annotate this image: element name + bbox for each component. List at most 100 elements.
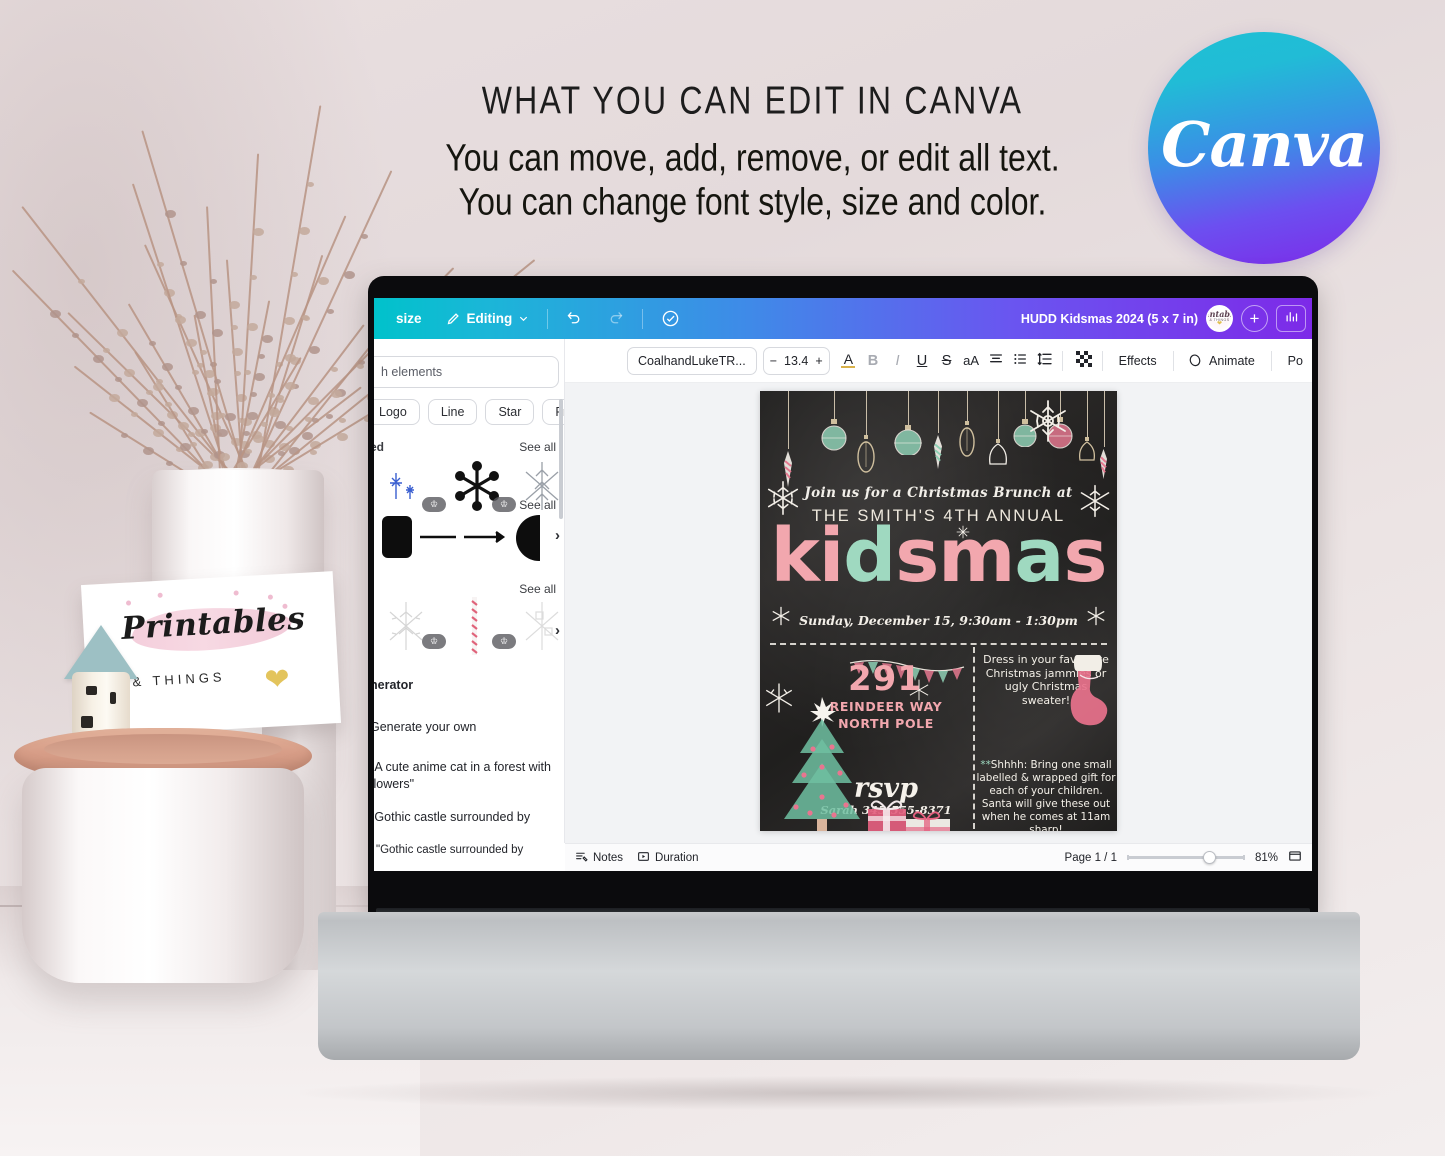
flower-bud [261,422,269,428]
font-family-selector[interactable]: CoalhandLukeTR... [627,346,757,375]
text-color-label: A [843,350,854,367]
bar-chart-icon [1284,309,1299,329]
text-color-button[interactable]: A [838,348,860,374]
strikethrough-label: S [941,352,952,369]
transparency-button[interactable] [1073,348,1095,374]
letter-case-button[interactable]: aA [960,348,982,374]
ornament-string [998,391,999,439]
flower-bud [254,373,266,382]
see-all-1[interactable]: See all [519,440,556,454]
editing-mode-button[interactable]: Editing [434,307,542,330]
see-all-3[interactable]: See all [519,582,556,596]
avatar[interactable]: Printables & THINGS ❤ [1206,305,1233,332]
house-window [81,716,93,728]
element-thumb-square[interactable] [382,516,412,558]
flower-bud [186,338,198,347]
zoom-slider[interactable] [1126,851,1245,864]
flower-bud [247,322,259,331]
editing-label: Editing [466,311,513,326]
flower-bud [284,353,296,362]
effects-button[interactable]: Effects [1110,354,1166,368]
redo-button[interactable] [595,306,636,331]
flower-bud [244,448,252,454]
flower-bud [291,271,299,277]
position-button[interactable]: Po [1279,354,1312,368]
prompt-suggestion-1[interactable]: "A cute anime cat in a forest with flowe… [374,759,564,793]
ornament-bell [1078,437,1096,465]
animate-button[interactable]: Animate [1206,354,1264,368]
flower-bud [153,382,165,391]
ornament-string [1103,391,1105,447]
flower-bud [214,379,222,385]
panel-scrollbar[interactable] [559,399,563,519]
document-title[interactable]: HUDD Kidsmas 2024 (5 x 7 in) [1021,312,1198,326]
chevron-right-icon[interactable]: › [555,622,560,639]
design-gift-note[interactable]: **Shhhh: Bring one small labelled & wrap… [976,759,1116,831]
flower-bud [244,370,252,376]
page-indicator: Page 1 / 1 [1064,851,1117,864]
search-input[interactable]: h elements [374,356,559,388]
align-button[interactable] [985,348,1007,374]
bold-button[interactable]: B [862,348,884,374]
plus-icon: + [1249,308,1260,328]
design-date-line[interactable]: Sunday, December 15, 9:30am - 1:30pm [760,613,1117,628]
cloud-saved-button[interactable] [649,305,692,332]
flower-bud [177,421,189,430]
fullscreen-icon[interactable] [1288,849,1302,866]
redo-icon [607,310,624,327]
flower-bud [306,181,314,187]
italic-label: I [895,352,900,369]
laptop-mockup: size Editing HUDD Kidsmas 2024 (5 x 7 in… [318,276,1360,1086]
font-size-value: 13.4 [784,353,809,368]
notes-button[interactable]: Notes [575,850,623,866]
flower-bud [179,443,191,452]
see-all-2[interactable]: See all [519,498,556,512]
font-size-stepper[interactable]: minus-icon − 13.4 + [762,346,830,375]
flower-bud [216,429,228,438]
design-canvas[interactable]: Join us for a Christmas Brunch at THE SM… [760,391,1117,831]
decrease-font-size[interactable]: − [770,354,777,368]
design-title[interactable]: kidsmas [760,519,1117,593]
canva-wordmark: Canva [1161,107,1368,181]
flower-bud [361,233,369,239]
strikethrough-button[interactable]: S [936,348,958,374]
pot-lid-inner [44,734,282,764]
undo-button[interactable] [554,306,595,331]
pencil-icon [446,311,461,326]
ceramic-pot [22,768,304,983]
italic-button[interactable]: I [887,348,909,374]
flower-bud [108,394,120,403]
flower-bud [250,392,258,398]
design-script-line[interactable]: Join us for a Christmas Brunch at [760,485,1117,501]
ornament-string [967,391,968,421]
resize-button[interactable]: size [384,307,434,330]
element-thumb-candy-cane[interactable] [466,595,484,657]
generate-your-own-button[interactable]: Generate your own [374,719,476,736]
chip-line[interactable]: Line [427,399,478,425]
line-spacing-button[interactable] [1034,348,1056,374]
duration-button[interactable]: Duration [637,850,699,866]
zoom-slider-handle[interactable] [1202,851,1216,864]
chip-star[interactable]: Star [485,399,535,425]
gift-note-text: Shhhh: Bring one small labelled & wrappe… [976,759,1116,831]
insights-button[interactable] [1276,305,1306,332]
flower-bud [164,210,176,219]
bullet-list-icon [1012,351,1028,371]
chip-logo[interactable]: Logo [374,399,420,425]
prompt-suggestion-2[interactable]: "Gothic castle surrounded by [374,809,564,826]
flower-bud [180,260,188,266]
flower-bud [77,279,85,285]
flower-bud [218,453,230,462]
chevron-right-icon[interactable]: › [555,527,560,544]
title-letter: m [938,513,1015,599]
add-member-button[interactable]: + [1241,305,1268,332]
flower-bud [174,316,186,325]
flower-bud [298,226,310,235]
element-thumb-arrow[interactable] [418,525,514,549]
underline-button[interactable]: U [911,348,933,374]
notes-icon [575,850,588,866]
increase-font-size[interactable]: + [815,354,822,368]
flower-bud [232,347,244,356]
cloud-saved-icon [661,309,680,328]
bullet-list-button[interactable] [1009,348,1031,374]
